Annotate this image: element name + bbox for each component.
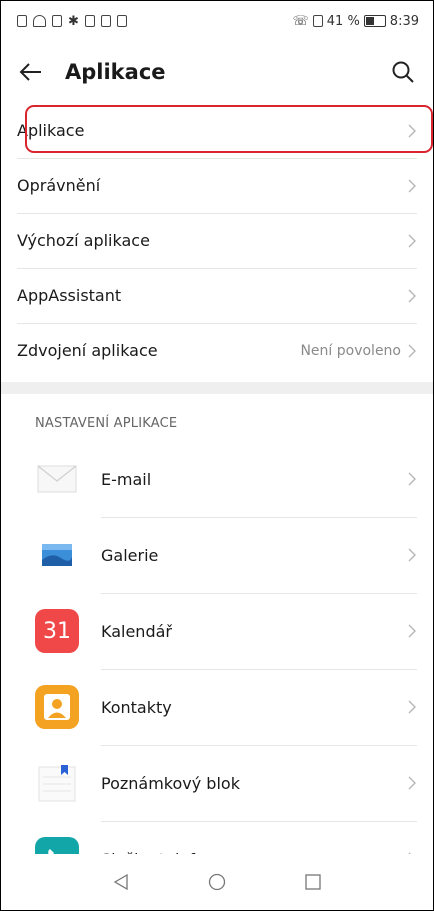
sim-icon — [17, 15, 27, 27]
notification-icon — [84, 15, 95, 27]
status-icons-right: ☏ 41 % 8:39 — [293, 14, 420, 29]
menu-item-label: AppAssistant — [17, 286, 122, 305]
gallery-notification-icon — [100, 15, 111, 27]
app-item-label: E-mail — [101, 469, 152, 489]
trash-icon — [116, 15, 127, 27]
triangle-back-icon — [113, 873, 128, 891]
wifi-icon — [33, 15, 46, 27]
nav-home-button[interactable] — [205, 870, 229, 894]
nfc-icon — [52, 15, 62, 27]
status-value: Není povoleno — [300, 342, 401, 359]
settings-menu: Aplikace Oprávnění Výchozí aplikace AppA… — [1, 103, 433, 378]
section-divider — [1, 382, 433, 394]
page-title: Aplikace — [65, 60, 166, 84]
battery-icon — [363, 15, 386, 27]
app-item-kalendar[interactable]: 31 Kalendář — [35, 593, 417, 669]
calendar-icon: 31 — [35, 609, 79, 653]
navigation-bar — [1, 854, 433, 910]
clock: 8:39 — [389, 13, 419, 29]
gallery-icon — [35, 533, 79, 577]
menu-item-label: Výchozí aplikace — [17, 231, 150, 250]
app-item-galerie[interactable]: Galerie — [35, 517, 417, 593]
chevron-right-icon — [408, 548, 416, 562]
chevron-right-icon — [408, 179, 416, 192]
bluetooth-icon: ✱ — [68, 13, 79, 29]
circle-home-icon — [208, 873, 226, 891]
nav-recents-button[interactable] — [301, 870, 325, 894]
contacts-icon — [35, 685, 79, 729]
chevron-right-icon — [408, 234, 416, 247]
chevron-right-icon — [408, 700, 416, 714]
app-item-poznamkovy-blok[interactable]: Poznámkový blok — [35, 745, 417, 821]
section-title: NASTAVENÍ APLIKACE — [35, 416, 178, 431]
search-icon — [392, 61, 414, 83]
app-settings-list: E-mail Galerie 31 Kalendář Kontakty Pozn… — [1, 441, 433, 897]
chevron-right-icon — [408, 624, 416, 638]
square-recents-icon — [305, 874, 321, 890]
search-button[interactable] — [389, 58, 417, 86]
app-item-label: Poznámkový blok — [101, 773, 240, 793]
chevron-right-icon — [408, 472, 416, 486]
chevron-right-icon — [408, 344, 416, 357]
app-item-email[interactable]: E-mail — [35, 441, 417, 517]
app-item-label: Kontakty — [101, 697, 172, 717]
status-bar: ✱ ☏ 41 % 8:39 — [1, 1, 433, 41]
menu-item-appassistant[interactable]: AppAssistant — [17, 268, 417, 323]
arrow-left-icon — [19, 63, 41, 81]
menu-item-vychozi-aplikace[interactable]: Výchozí aplikace — [17, 213, 417, 268]
menu-item-label: Aplikace — [17, 121, 85, 140]
back-button[interactable] — [19, 57, 49, 87]
menu-item-opravneni[interactable]: Oprávnění — [17, 158, 417, 213]
chevron-right-icon — [408, 124, 416, 137]
chevron-right-icon — [408, 776, 416, 790]
menu-item-zdvojeni-aplikace[interactable]: Zdvojení aplikace Není povoleno — [17, 323, 417, 378]
menu-item-aplikace[interactable]: Aplikace — [17, 103, 417, 158]
app-item-label: Galerie — [101, 545, 159, 565]
nav-back-button[interactable] — [109, 870, 133, 894]
app-item-label: Kalendář — [101, 621, 172, 641]
vibrate-icon — [312, 15, 323, 27]
app-bar: Aplikace — [1, 41, 433, 103]
menu-item-label: Oprávnění — [17, 176, 101, 195]
app-item-kontakty[interactable]: Kontakty — [35, 669, 417, 745]
menu-item-label: Zdvojení aplikace — [17, 341, 158, 360]
battery-percent: 41 % — [326, 13, 360, 29]
chevron-right-icon — [408, 289, 416, 302]
status-icons-left: ✱ — [17, 14, 127, 29]
phone-screen: ✱ ☏ 41 % 8:39 Aplikace Aplikace Oprávněn… — [0, 0, 434, 911]
notepad-icon — [35, 761, 79, 805]
call-icon: ☏ — [292, 13, 309, 29]
mail-icon — [35, 457, 79, 501]
